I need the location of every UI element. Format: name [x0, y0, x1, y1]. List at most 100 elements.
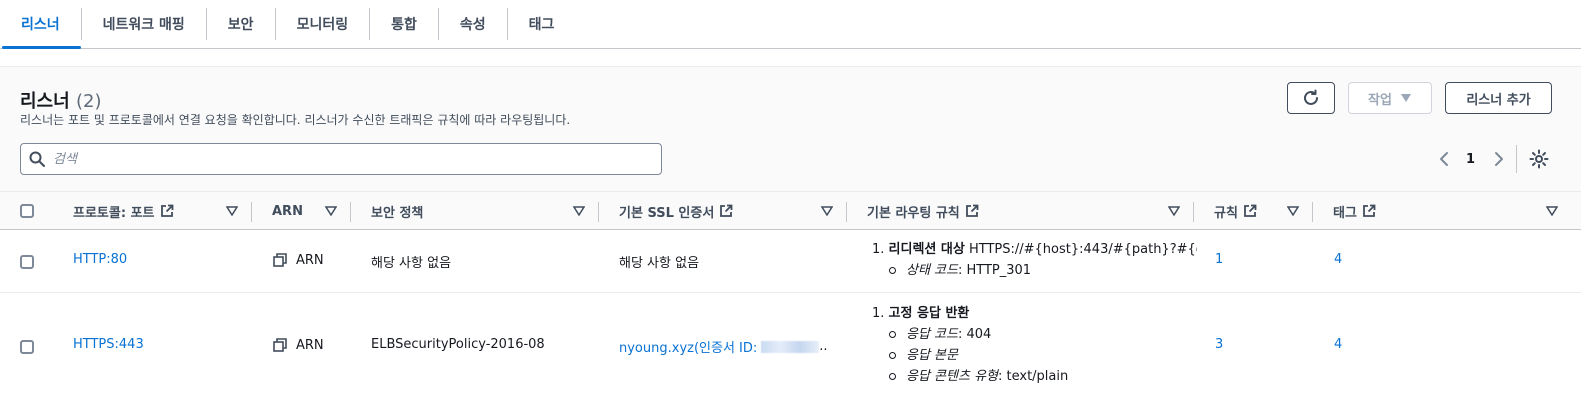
tags-count-cell: 4: [1334, 337, 1342, 352]
tab-label: 모니터링: [296, 17, 349, 33]
select-all-checkbox[interactable]: [20, 204, 34, 218]
column-divider: [598, 202, 599, 222]
refresh-button[interactable]: [1287, 82, 1335, 114]
arn-label: ARN: [296, 338, 324, 353]
routing-rule-cell: 1. 고정 응답 반환 응답 코드: 404 응답 본문 응답 콘텐츠 유형: …: [872, 303, 1197, 387]
rule-action-title: 리디렉션 대상: [888, 242, 965, 257]
column-header-tags[interactable]: 태그: [1333, 192, 1376, 230]
column-header-security-policy[interactable]: 보안 정책: [371, 192, 423, 230]
rule-detail-key: 상태 코드: [906, 263, 958, 278]
tab-tags[interactable]: 태그: [508, 0, 576, 48]
sort-icon[interactable]: [821, 205, 833, 217]
copy-icon[interactable]: [273, 253, 288, 268]
routing-rule-cell: 1. 리디렉션 대상 HTTPS://#{host}:443/#{path}?#…: [872, 239, 1197, 281]
tab-listeners[interactable]: 리스너: [0, 0, 81, 49]
rule-detail-item: 응답 콘텐츠 유형: text/plain: [872, 366, 1197, 387]
preferences-button[interactable]: [1529, 148, 1549, 170]
column-divider: [251, 202, 252, 222]
column-label: ARN: [272, 203, 303, 219]
column-label: 기본 라우팅 규칙: [867, 205, 960, 221]
external-link-icon[interactable]: [1243, 204, 1257, 218]
search-input[interactable]: [53, 151, 613, 167]
security-policy-cell: ELBSecurityPolicy-2016-08: [371, 337, 545, 352]
column-label: 태그: [1333, 205, 1357, 221]
chevron-left-icon: [1440, 152, 1448, 166]
protocol-port-link[interactable]: HTTP:80: [73, 252, 127, 267]
sort-icon[interactable]: [1168, 205, 1180, 217]
rules-count-link[interactable]: 1: [1215, 252, 1223, 267]
rules-count-link[interactable]: 3: [1215, 337, 1223, 352]
rule-detail-key: 응답 코드: [906, 327, 958, 342]
column-header-rules[interactable]: 규칙: [1214, 192, 1257, 230]
rules-count-cell: 1: [1215, 252, 1223, 267]
tab-security[interactable]: 보안: [207, 0, 275, 48]
chevron-right-icon: [1495, 152, 1503, 166]
page-number[interactable]: 1: [1466, 148, 1475, 170]
external-link-icon[interactable]: [1362, 204, 1376, 218]
page-title: 리스너 (2): [20, 87, 101, 113]
ssl-cert-link[interactable]: nyoung.xyz(인증서 ID:: [619, 337, 757, 356]
row-checkbox[interactable]: [20, 255, 34, 269]
rule-action-value: HTTPS://#{host}:443/#{path}?#{query}: [968, 242, 1197, 257]
rule-detail-value: : 404: [957, 327, 992, 342]
rule-detail-key: 응답 본문: [906, 348, 958, 363]
gear-icon: [1529, 149, 1549, 169]
rule-detail-key: 응답 콘텐츠 유형: [906, 369, 998, 384]
tab-monitoring[interactable]: 모니터링: [276, 0, 370, 48]
column-label: 프로토콜: 포트: [73, 205, 155, 221]
listener-count: (2): [75, 91, 102, 112]
tab-bar: 리스너 네트워크 매핑 보안 모니터링 통합 속성 태그: [0, 0, 1581, 49]
column-divider: [1193, 202, 1194, 222]
external-link-icon[interactable]: [160, 204, 174, 218]
column-label: 기본 SSL 인증서: [619, 205, 715, 221]
tab-label: 네트워크 매핑: [102, 17, 185, 33]
page-description: 리스너는 포트 및 프로토콜에서 연결 요청을 확인합니다. 리스너가 수신한 …: [20, 113, 571, 127]
column-header-protocol-port[interactable]: 프로토콜: 포트: [73, 192, 174, 230]
protocol-port-cell: HTTPS:443: [73, 337, 144, 352]
row-checkbox[interactable]: [20, 340, 34, 354]
tags-count-cell: 4: [1334, 252, 1342, 267]
routing-rule-action: 1. 리디렉션 대상 HTTPS://#{host}:443/#{path}?#…: [872, 239, 1197, 260]
rule-detail-item: 응답 코드: 404: [872, 324, 1197, 345]
search-field[interactable]: [20, 143, 662, 175]
tab-label: 리스너: [21, 17, 60, 33]
security-policy-cell: 해당 사항 없음: [371, 256, 452, 271]
column-divider: [846, 202, 847, 222]
column-label: 보안 정책: [371, 205, 424, 221]
protocol-port-cell: HTTP:80: [73, 252, 127, 267]
add-listener-label: 리스너 추가: [1466, 92, 1531, 108]
column-header-default-ssl-cert[interactable]: 기본 SSL 인증서: [619, 192, 733, 230]
ssl-cert-ellipsis: ..: [819, 339, 828, 354]
caret-down-icon: [1400, 94, 1411, 102]
tags-count-link[interactable]: 4: [1334, 252, 1342, 267]
sort-icon[interactable]: [226, 205, 238, 217]
pagination-divider: [1516, 145, 1517, 173]
sort-icon[interactable]: [325, 205, 337, 217]
tab-attributes[interactable]: 속성: [439, 0, 507, 48]
protocol-port-link[interactable]: HTTPS:443: [73, 337, 144, 352]
column-label: 규칙: [1214, 205, 1238, 221]
tab-integrations[interactable]: 통합: [370, 0, 438, 48]
arn-label: ARN: [296, 253, 324, 268]
column-header-arn[interactable]: ARN: [272, 192, 303, 230]
table-row: HTTP:80 ARN 해당 사항 없음 해당 사항 없음 1. 리디렉션 대상…: [0, 231, 1581, 293]
sort-icon[interactable]: [1287, 205, 1299, 217]
tab-network-mapping[interactable]: 네트워크 매핑: [82, 0, 206, 48]
previous-page-button[interactable]: [1437, 148, 1451, 170]
tags-count-link[interactable]: 4: [1334, 337, 1342, 352]
external-link-icon[interactable]: [965, 204, 979, 218]
redacted-cert-id: [761, 340, 820, 353]
ssl-cert-cell: nyoung.xyz(인증서 ID: ..: [619, 337, 828, 356]
actions-dropdown-button[interactable]: 작업: [1348, 82, 1432, 114]
external-link-icon[interactable]: [719, 204, 733, 218]
sort-icon[interactable]: [573, 205, 585, 217]
copy-icon[interactable]: [273, 338, 288, 353]
add-listener-button[interactable]: 리스너 추가: [1445, 82, 1552, 114]
sort-icon[interactable]: [1546, 205, 1558, 217]
next-page-button[interactable]: [1492, 148, 1506, 170]
column-divider: [1312, 202, 1313, 222]
search-icon: [29, 151, 45, 167]
tab-label: 보안: [227, 17, 254, 33]
column-header-default-routing-rule[interactable]: 기본 라우팅 규칙: [867, 192, 979, 230]
tab-label: 통합: [391, 17, 417, 33]
